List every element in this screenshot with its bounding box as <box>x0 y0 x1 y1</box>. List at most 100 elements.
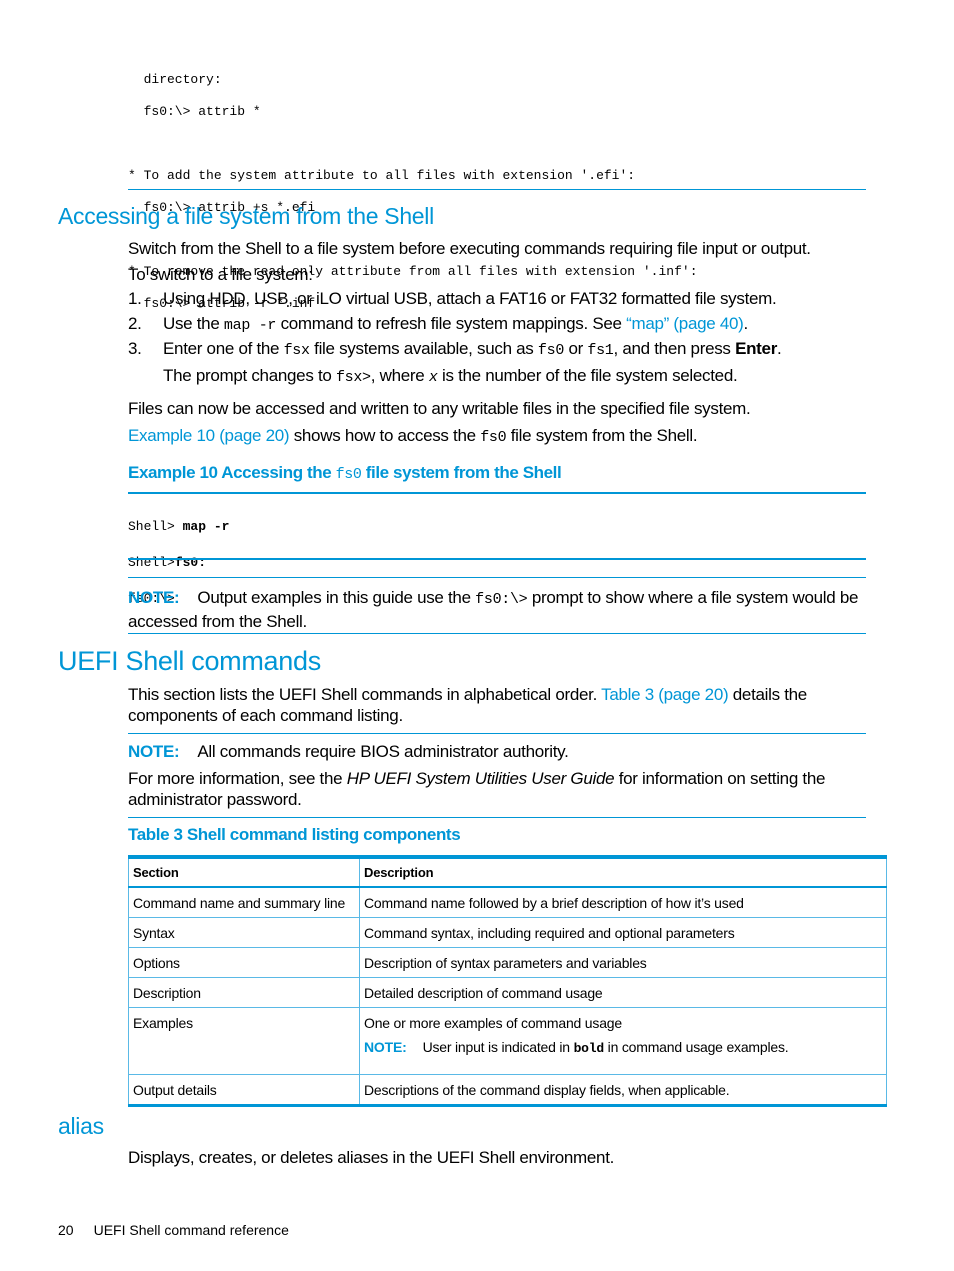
section-heading-alias: alias <box>58 1113 104 1139</box>
column-header-description: Description <box>359 857 887 888</box>
cell-section: Command name and summary line <box>128 887 360 918</box>
text: is the number of the file system selecte… <box>437 366 738 385</box>
table-row: Output details Descriptions of the comma… <box>128 1074 887 1106</box>
section-heading-uefi-shell-commands: UEFI Shell commands <box>58 646 321 676</box>
cell-section: Output details <box>128 1074 360 1106</box>
code-line: Shell>fs0: <box>128 554 229 572</box>
map-page-link[interactable]: “map” (page 40) <box>626 314 744 333</box>
guide-title: HP UEFI System Utilities User Guide <box>346 769 615 788</box>
files-accessible-paragraph: Files can now be accessed and written to… <box>128 399 751 418</box>
step-text: . <box>777 339 782 358</box>
step-text: Using HDD, USB, or iLO virtual USB, atta… <box>163 289 777 308</box>
step-3: 3. Enter one of the fsx file systems avai… <box>128 338 868 361</box>
example-top-rule <box>128 492 866 494</box>
step-2: 2. Use the map -r command to refresh file… <box>128 313 868 336</box>
step-text: command to refresh file system mappings.… <box>276 314 627 333</box>
cell-description: Detailed description of command usage <box>359 977 887 1008</box>
note-output-examples: NOTE: Output examples in this guide use t… <box>128 587 868 633</box>
note-bottom-rule <box>128 817 866 818</box>
prompt: Shell> <box>128 519 183 534</box>
step-text: Enter one of the <box>163 339 284 358</box>
step-text: Use the <box>163 314 224 333</box>
example-caption: Example 10 Accessing the fs0 file system… <box>128 463 562 483</box>
section-heading-accessing-file-system: Accessing a file system from the Shell <box>58 203 434 229</box>
text: file system from the Shell. <box>506 426 698 445</box>
code-line: Shell> map -r <box>128 518 229 536</box>
table-row: Examples One or more examples of command… <box>128 1007 887 1075</box>
step-text: or <box>564 339 588 358</box>
uefi-intro-paragraph: This section lists the UEFI Shell comman… <box>128 684 868 726</box>
inline-code: fs0 <box>480 429 507 446</box>
inline-code: fsx <box>283 342 310 359</box>
cell-section: Examples <box>128 1007 360 1075</box>
description-text: One or more examples of command usage <box>364 1015 622 1031</box>
page-footer: 20 UEFI Shell command reference <box>58 1222 289 1238</box>
inline-code: fs0 <box>335 466 362 483</box>
table-header-row: Section Description <box>128 857 887 888</box>
inline-code: map -r <box>223 317 277 334</box>
step-1: 1. Using HDD, USB, or iLO virtual USB, at… <box>128 288 868 309</box>
inline-code: fs0 <box>537 342 565 359</box>
footer-title: UEFI Shell command reference <box>93 1222 289 1238</box>
inline-code: fs1 <box>587 342 614 359</box>
divider <box>128 189 866 190</box>
example-bottom-rule <box>128 558 866 560</box>
note-bottom-rule <box>128 633 866 634</box>
note-text: in command usage examples. <box>603 1039 789 1055</box>
alias-description: Displays, creates, or deletes aliases in… <box>128 1148 615 1167</box>
intro-paragraph: Switch from the Shell to a file system b… <box>128 239 811 258</box>
text: This section lists the UEFI Shell comman… <box>128 685 602 704</box>
text: For more information, see the <box>128 769 347 788</box>
inline-code: bold <box>573 1041 605 1056</box>
table-row: Options Description of syntax parameters… <box>128 947 887 978</box>
text: shows how to access the <box>289 426 481 445</box>
cell-description: Command syntax, including required and o… <box>359 917 887 948</box>
inline-code: x <box>428 369 438 386</box>
step-number: 2. <box>128 314 142 333</box>
cell-description: One or more examples of command usage NO… <box>359 1007 887 1075</box>
inline-code: fs0:\> <box>475 591 528 608</box>
step-text: , and then press <box>613 339 736 358</box>
table-3-link[interactable]: Table 3 (page 20) <box>601 685 729 704</box>
code-line: ​ <box>128 136 866 152</box>
step-3-subtext: The prompt changes to fsx>, where x is t… <box>163 365 863 388</box>
code-line: fs0:\> attrib * <box>128 104 261 119</box>
note-text: User input is indicated in <box>422 1039 574 1055</box>
caption-text: file system from the Shell <box>361 463 562 482</box>
cell-section: Options <box>128 947 360 978</box>
more-info-paragraph: For more information, see the HP UEFI Sy… <box>128 768 868 810</box>
example-10-link[interactable]: Example 10 (page 20) <box>128 426 290 445</box>
code-line: * To add the system attribute to all fil… <box>128 168 636 183</box>
cell-description: Command name followed by a brief descrip… <box>359 887 887 918</box>
note-label: NOTE: <box>128 742 180 761</box>
examples-note: NOTE: User input is indicated in bold in … <box>364 1039 882 1056</box>
cell-section: Syntax <box>128 917 360 948</box>
page-number: 20 <box>58 1222 74 1238</box>
note-top-rule <box>128 577 866 578</box>
note-text: All commands require BIOS administrator … <box>197 742 569 761</box>
text: , where <box>370 366 429 385</box>
shell-command-components-table: Section Description Command name and sum… <box>128 855 887 1107</box>
example-reference-paragraph: Example 10 (page 20) shows how to access… <box>128 425 868 448</box>
cell-description: Description of syntax parameters and var… <box>359 947 887 978</box>
cell-section: Description <box>128 977 360 1008</box>
step-text: file systems available, such as <box>309 339 538 358</box>
column-header-section: Section <box>128 857 360 888</box>
note-text: Output examples in this guide use the <box>197 588 476 607</box>
inline-code: fsx> <box>335 369 371 386</box>
note-label: NOTE: <box>128 588 180 607</box>
note-top-rule <box>128 733 866 734</box>
table-row: Command name and summary line Command na… <box>128 887 887 918</box>
code-line: directory: <box>128 72 222 87</box>
note-label: NOTE: <box>364 1039 407 1055</box>
note-bios-authority: NOTE: All commands require BIOS administr… <box>128 741 868 762</box>
user-input: map -r <box>182 519 230 534</box>
caption-text: Example 10 Accessing the <box>128 463 336 482</box>
table-row: Description Detailed description of comm… <box>128 977 887 1008</box>
table-row: Syntax Command syntax, including require… <box>128 917 887 948</box>
text: The prompt changes to <box>163 366 336 385</box>
enter-key-label: Enter <box>735 339 778 358</box>
cell-description: Descriptions of the command display fiel… <box>359 1074 887 1106</box>
steps-intro: To switch to a file system: <box>128 265 313 284</box>
step-number: 3. <box>128 339 142 358</box>
